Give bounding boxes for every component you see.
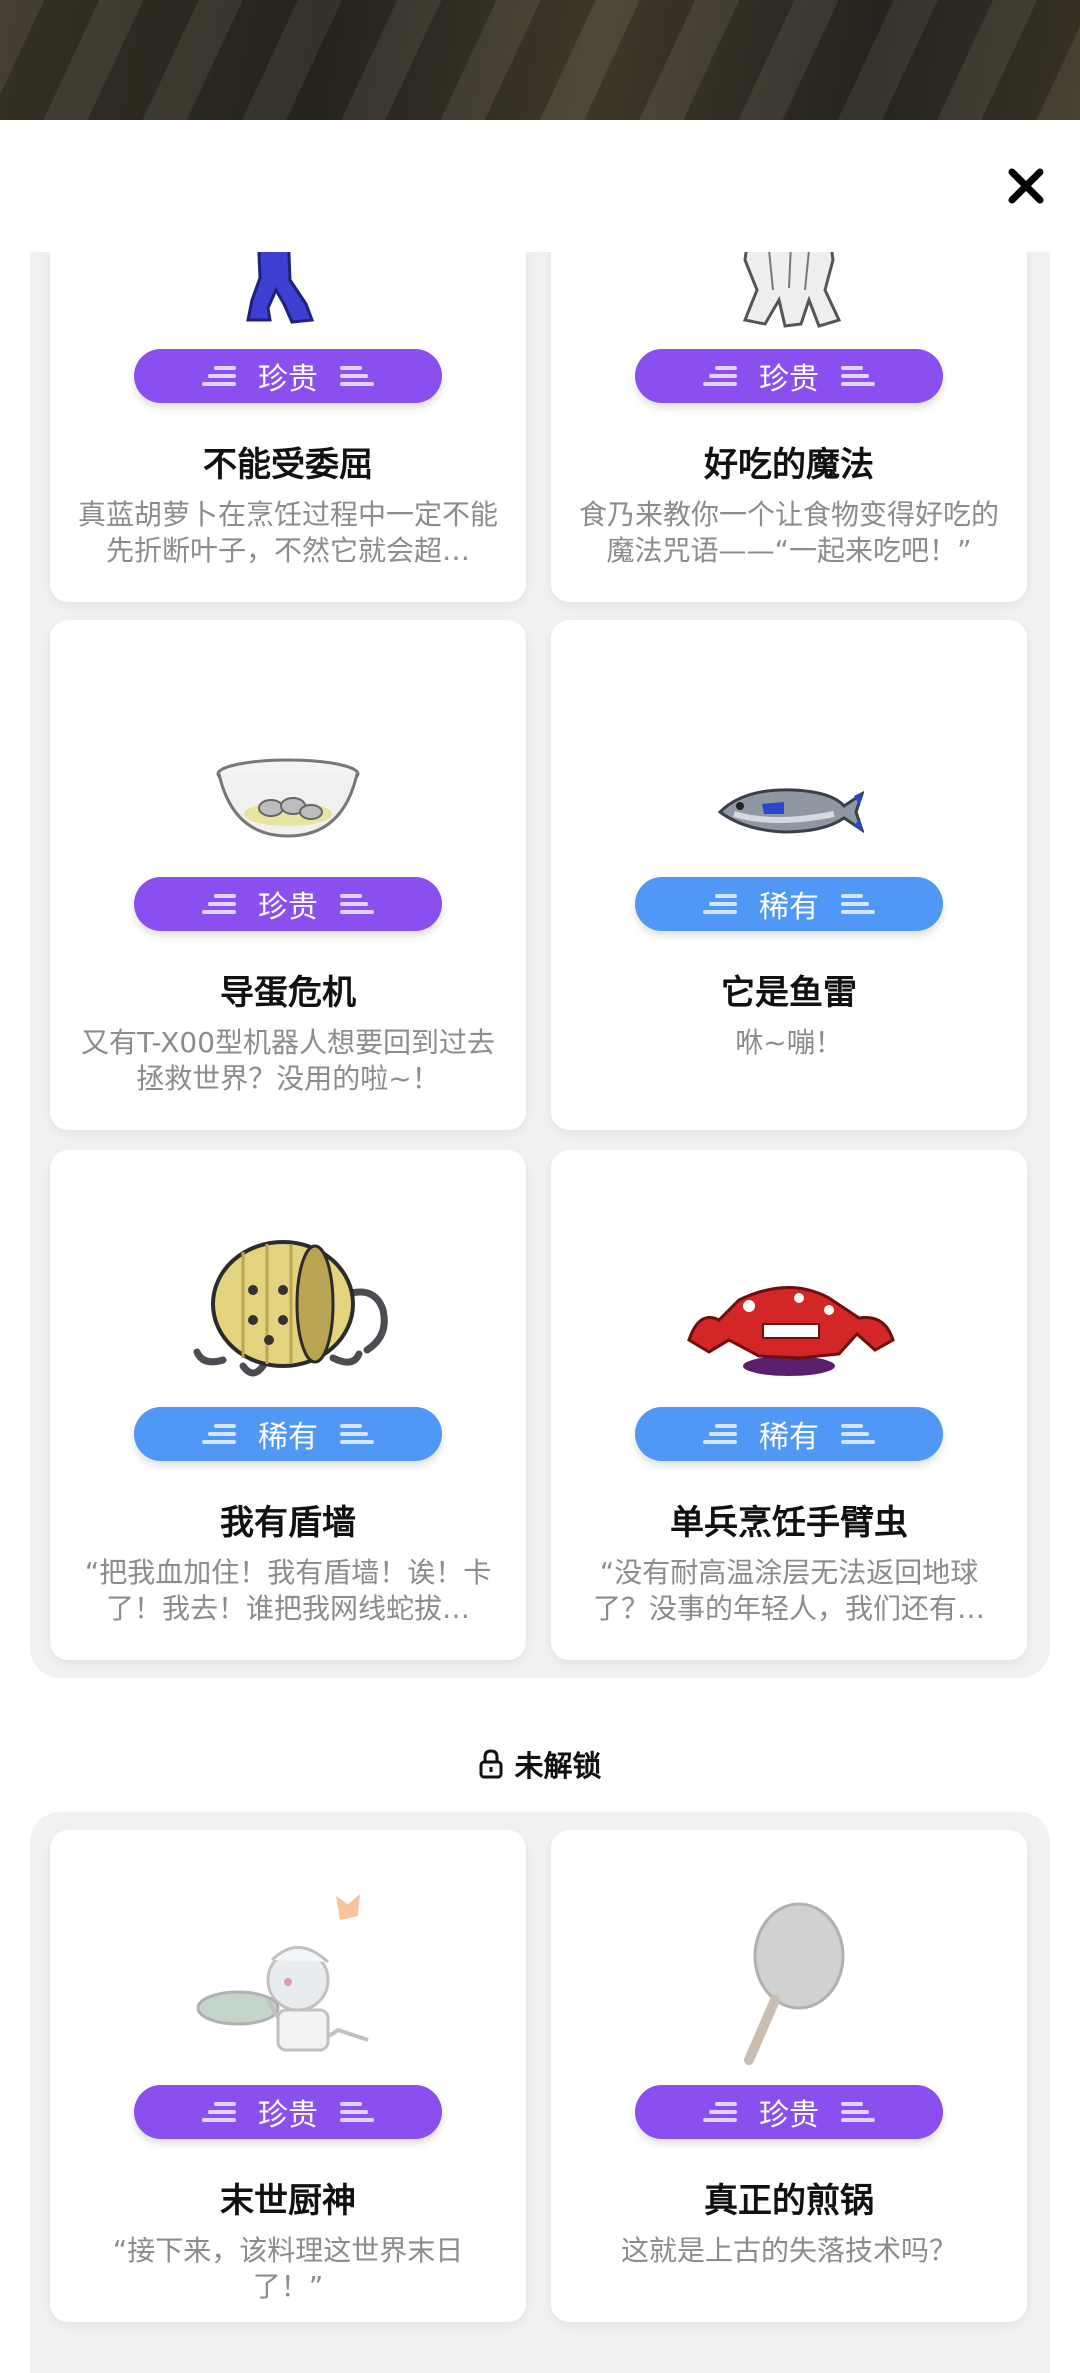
rarity-badge: 珍贵 [134,349,442,403]
card-title: 我有盾墙 [220,1503,356,1543]
rarity-label: 珍贵 [258,2098,318,2133]
white-tentacle-creature-art [551,252,1027,330]
badge-right-deco [340,890,374,918]
tuna-fish-art [551,740,1027,840]
locked-section-header: 未解锁 [0,1742,1080,1786]
blue-carrot-legs-art [50,252,526,330]
close-button[interactable] [1000,160,1052,212]
card-mo-shi-chu-shen[interactable]: 珍贵 末世厨神 “接下来，该料理这世界末日了！” [50,1830,526,2322]
background-banner [0,0,1080,120]
rarity-label: 珍贵 [759,2098,819,2133]
rarity-label: 珍贵 [759,362,819,397]
card-title: 真正的煎锅 [704,2181,874,2221]
card-zhen-zheng-de-jian-guo[interactable]: 珍贵 真正的煎锅 这就是上古的失落技术吗？ [551,1830,1027,2322]
racket-pan-art [551,1890,1027,2070]
rarity-label: 稀有 [759,1420,819,1455]
rarity-badge: 珍贵 [635,2085,943,2139]
badge-right-deco [841,890,875,918]
badge-right-deco [340,1420,374,1448]
rarity-label: 稀有 [759,890,819,925]
rarity-badge: 稀有 [635,877,943,931]
card-description: “接下来，该料理这世界末日了！” [112,2234,464,2303]
card-description: “把我血加住！我有盾墙！诶！卡了！我去！谁把我网线蛇拔… [84,1556,492,1625]
rarity-badge: 珍贵 [635,349,943,403]
card-dan-bing-peng-ren-shou-bi-chong[interactable]: 稀有 单兵烹饪手臂虫 “没有耐高温涂层无法返回地球了？没事的年轻人，我们还有… [551,1150,1027,1660]
card-dao-dan-wei-ji[interactable]: 珍贵 导蛋危机 又有T-X00型机器人想要回到过去拯救世界？没用的啦~！ [50,620,526,1130]
badge-right-deco [841,1420,875,1448]
badge-left-deco [202,1420,236,1448]
badge-right-deco [340,362,374,390]
rarity-badge: 稀有 [134,1407,442,1461]
card-title: 末世厨神 [220,2181,356,2221]
badge-right-deco [841,362,875,390]
badge-left-deco [703,1420,737,1448]
card-title: 不能受委屈 [203,445,373,485]
rarity-badge: 稀有 [635,1407,943,1461]
card-bu-neng-shou-wei-qu[interactable]: 珍贵 不能受委屈 真蓝胡萝卜在烹饪过程中一定不能先折断叶子，不然它就会超… [50,252,526,602]
badge-left-deco [202,2098,236,2126]
card-description: 真蓝胡萝卜在烹饪过程中一定不能先折断叶子，不然它就会超… [78,498,498,567]
card-hao-chi-de-mo-fa[interactable]: 珍贵 好吃的魔法 食乃来教你一个让食物变得好吃的魔法咒语——“一起来吃吧！” [551,252,1027,602]
badge-left-deco [202,362,236,390]
card-ta-shi-yu-lei[interactable]: 稀有 它是鱼雷 咻~嘣！ [551,620,1027,1130]
lock-icon [479,1749,503,1779]
card-title: 导蛋危机 [220,973,356,1013]
red-crab-monster-art [551,1260,1027,1380]
badge-right-deco [841,2098,875,2126]
badge-left-deco [202,890,236,918]
badge-left-deco [703,362,737,390]
card-title: 好吃的魔法 [704,445,874,485]
badge-left-deco [703,890,737,918]
locked-section-label: 未解锁 [514,1749,602,1783]
rarity-label: 珍贵 [258,362,318,397]
card-wo-you-dun-qiang[interactable]: 稀有 我有盾墙 “把我血加住！我有盾墙！诶！卡了！我去！谁把我网线蛇拔… [50,1150,526,1660]
card-description: 咻~嘣！ [735,1026,843,1059]
rarity-badge: 珍贵 [134,877,442,931]
badge-left-deco [703,2098,737,2126]
rarity-label: 稀有 [258,1420,318,1455]
card-description: 食乃来教你一个让食物变得好吃的魔法咒语——“一起来吃吧！” [579,498,999,567]
chef-character-art [50,1880,526,2070]
card-title: 它是鱼雷 [721,973,857,1013]
badge-right-deco [340,2098,374,2126]
rarity-badge: 珍贵 [134,2085,442,2139]
card-description: 这就是上古的失落技术吗？ [620,2234,957,2267]
close-icon [1008,168,1044,204]
card-title: 单兵烹饪手臂虫 [670,1503,908,1543]
card-description: 又有T-X00型机器人想要回到过去拯救世界？没用的啦~！ [80,1026,496,1095]
card-description: “没有耐高温涂层无法返回地球了？没事的年轻人，我们还有… [592,1556,985,1625]
glass-bowl-eggs-art [50,740,526,840]
rarity-label: 珍贵 [258,890,318,925]
wooden-shield-creature-art [50,1240,526,1380]
collection-list[interactable]: 珍贵 不能受委屈 真蓝胡萝卜在烹饪过程中一定不能先折断叶子，不然它就会超… 珍贵… [0,252,1080,2373]
